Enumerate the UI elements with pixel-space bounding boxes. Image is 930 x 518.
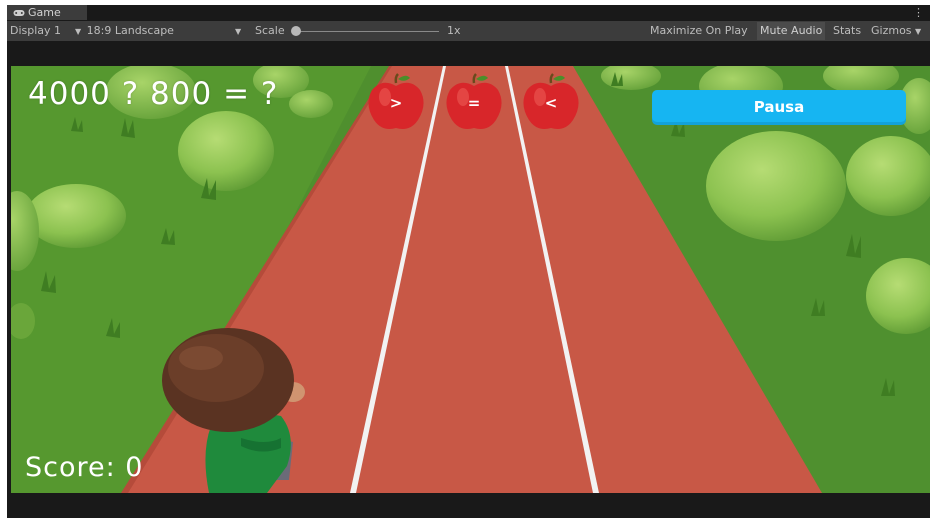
display-dropdown[interactable]: Display 1 (10, 21, 61, 41)
equation-text: 4000 ? 800 = ? (28, 76, 279, 112)
game-window: Game ⋮ Display 1 ▼ 18:9 Landscape ▼ Scal… (7, 5, 930, 518)
apple-answer-equal[interactable]: = (446, 73, 502, 131)
maximize-on-play-button[interactable]: Maximize On Play (647, 22, 751, 40)
game-view[interactable]: 4000 ? 800 = ? > = < Pausa Score: 0 (11, 66, 930, 493)
gizmos-label: Gizmos (871, 24, 912, 37)
tab-title: Game (28, 6, 61, 19)
apple-answer-less[interactable]: < (523, 73, 579, 131)
gizmos-caret-icon: ▼ (915, 27, 922, 36)
aspect-caret-icon[interactable]: ▼ (235, 21, 243, 42)
stats-button[interactable]: Stats (830, 22, 864, 40)
gizmos-button[interactable]: Gizmos ▼ (868, 22, 926, 40)
display-label: Display 1 (10, 24, 62, 37)
scale-label: Scale (255, 24, 285, 37)
mute-audio-button[interactable]: Mute Audio (757, 22, 826, 40)
apple-label: = (467, 94, 481, 112)
tab-game[interactable]: Game (7, 5, 87, 20)
dropdown-caret-icon: ▼ (75, 27, 82, 36)
aspect-dropdown[interactable]: ▼ 18:9 Landscape (75, 21, 174, 42)
apple-answer-greater[interactable]: > (368, 73, 424, 131)
scale-slider-thumb[interactable] (291, 26, 301, 36)
scale-value: 1x (447, 24, 461, 37)
pause-button[interactable]: Pausa (652, 90, 906, 125)
score-text: Score: 0 (25, 452, 144, 483)
apple-label: > (389, 94, 403, 112)
apple-label: < (544, 94, 558, 112)
more-options-icon[interactable]: ⋮ (913, 5, 924, 20)
scale-slider-track[interactable] (297, 31, 439, 32)
aspect-label: 18:9 Landscape (86, 24, 174, 37)
game-toolbar: Display 1 ▼ 18:9 Landscape ▼ Scale 1x Ma… (7, 21, 930, 41)
gamepad-icon (13, 6, 26, 21)
tab-bar: Game ⋮ (7, 5, 930, 20)
